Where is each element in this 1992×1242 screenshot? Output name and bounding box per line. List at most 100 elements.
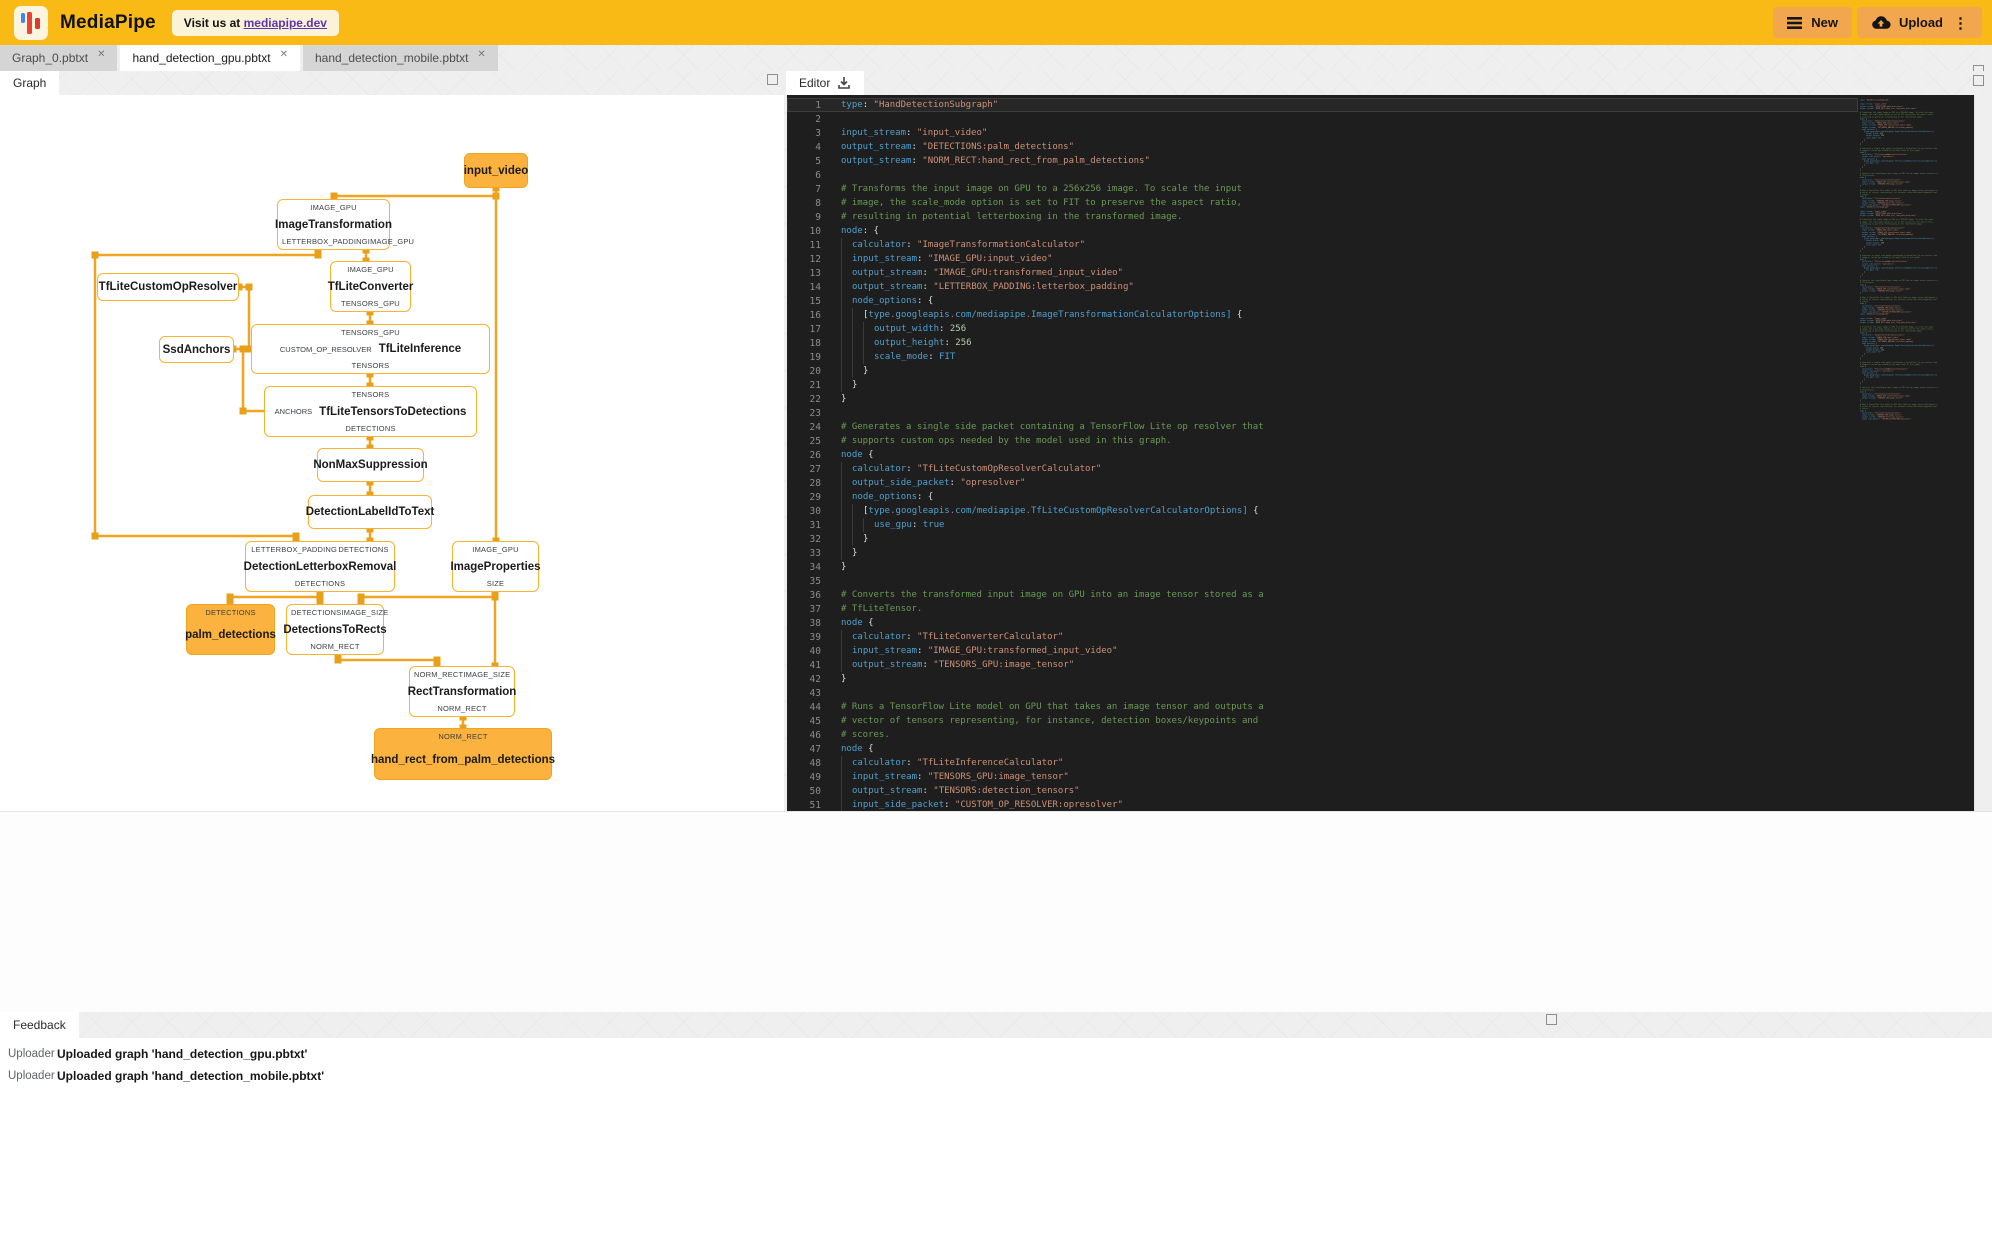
line-number: 21 bbox=[809, 379, 821, 391]
code-line: 45 # vector of tensors representing, for … bbox=[787, 714, 1858, 728]
line-number: 41 bbox=[809, 659, 821, 671]
expand-graph-panel-icon[interactable] bbox=[767, 74, 778, 85]
new-button[interactable]: New bbox=[1773, 7, 1852, 38]
download-icon[interactable] bbox=[837, 76, 851, 90]
graph-node-TfLiteInference[interactable]: TENSORS_GPU CUSTOM_OP_RESOLVER TfLiteInfer… bbox=[251, 324, 490, 374]
line-number: 37 bbox=[809, 603, 821, 615]
graph-node-DetectionsToRects[interactable]: DETECTIONS IMAGE_SIZE DetectionsToRects NOR… bbox=[283, 604, 388, 655]
port-label: NORM_RECT bbox=[310, 642, 360, 651]
graph-node-RectTransformation[interactable]: NORM_RECT IMAGE_SIZE RectTransformation NOR… bbox=[408, 666, 516, 717]
feedback-log: Uploader Uploaded graph 'hand_detection_g… bbox=[0, 1038, 1992, 1242]
line-number: 45 bbox=[809, 715, 821, 727]
edge-joint bbox=[316, 593, 324, 601]
node-title: SsdAnchors bbox=[162, 343, 231, 356]
code-line: 44 # Runs a TensorFlow Lite model on GPU … bbox=[787, 700, 1858, 714]
code-line: 3 input_stream: "input_video" bbox=[787, 126, 1858, 140]
line-number: 36 bbox=[809, 589, 821, 601]
graph-node-TfLiteCustomOpResolver[interactable]: TfLiteCustomOpResolver bbox=[97, 273, 239, 301]
line-number: 6 bbox=[815, 169, 821, 181]
edge-joint bbox=[91, 251, 99, 259]
line-number: 24 bbox=[809, 421, 821, 433]
app-title: MediaPipe bbox=[60, 11, 156, 33]
edge-joint bbox=[245, 283, 253, 291]
line-number: 48 bbox=[809, 757, 821, 769]
code-line: 27 calculator: "TfLiteCustomOpResolverCal… bbox=[787, 462, 1858, 476]
line-number: 3 bbox=[815, 127, 821, 139]
line-number: 4 bbox=[815, 141, 821, 153]
code-line: 6 bbox=[787, 168, 1858, 182]
close-icon[interactable]: ✕ bbox=[280, 50, 288, 60]
node-title: TfLiteConverter bbox=[327, 280, 414, 293]
edge-joint bbox=[491, 593, 499, 601]
line-number: 30 bbox=[809, 505, 821, 517]
code-line: 21} bbox=[787, 378, 1858, 392]
tab-label: hand_detection_gpu.pbtxt bbox=[132, 51, 271, 65]
tab-graph-0-pbtxt[interactable]: Graph_0.pbtxt ✕ bbox=[0, 45, 118, 71]
graph-node-DetectionLabelIdToText[interactable]: DetectionLabelIdToText bbox=[305, 495, 435, 529]
tab-hand-detection-gpu-pbtxt[interactable]: hand_detection_gpu.pbtxt ✕ bbox=[120, 45, 300, 71]
code-editor[interactable]: 1 type: "HandDetectionSubgraph" 2 3 input_st… bbox=[787, 95, 1992, 811]
graph-node-SsdAnchors[interactable]: SsdAnchors bbox=[159, 336, 234, 363]
edge-joint bbox=[314, 251, 322, 259]
code-line: 16[type. googleapis. com/mediapipe. ImageTr… bbox=[787, 308, 1858, 322]
node-title: ImageProperties bbox=[450, 560, 541, 573]
expand-editor-panel-icon[interactable] bbox=[1973, 75, 1984, 86]
port-label: TENSORS bbox=[351, 390, 390, 399]
node-title: DetectionLabelIdToText bbox=[305, 506, 435, 518]
line-number: 31 bbox=[809, 519, 821, 531]
port-label: SIZE bbox=[486, 579, 505, 588]
code-line: 29 node_options: { bbox=[787, 490, 1858, 504]
mediapipe-dev-link[interactable]: mediapipe.dev bbox=[244, 16, 327, 30]
editor-minimap[interactable]: type: "HandDetectionSubgraph" input_strea… bbox=[1860, 99, 1972, 807]
port-label: LETTERBOX_PADDING bbox=[282, 237, 368, 246]
port-label: IMAGE_SIZE bbox=[341, 608, 389, 617]
graph-node-hand_rect_from_palm_detections[interactable]: NORM_RECT hand_rect_from_palm_detections bbox=[371, 728, 555, 780]
code-line: 47 node { bbox=[787, 742, 1858, 756]
graph-node-NonMaxSuppression[interactable]: NonMaxSuppression bbox=[313, 448, 428, 482]
code-line: 15 node_options: { bbox=[787, 294, 1858, 308]
line-number: 8 bbox=[815, 197, 821, 209]
code-line: 11 calculator: "ImageTransformationCalcul… bbox=[787, 238, 1858, 252]
line-number: 44 bbox=[809, 701, 821, 713]
visit-pill: Visit us at mediapipe.dev bbox=[171, 9, 339, 36]
editor-panel-tab[interactable]: Editor bbox=[786, 71, 865, 95]
port-label: CUSTOM_OP_RESOLVER bbox=[279, 344, 372, 354]
code-line: 1 type: "HandDetectionSubgraph" bbox=[787, 98, 1858, 112]
upload-button[interactable]: Upload ⋮ bbox=[1856, 7, 1982, 38]
tab-hand-detection-mobile-pbtxt[interactable]: hand_detection_mobile.pbtxt ✕ bbox=[302, 45, 498, 71]
close-icon[interactable]: ✕ bbox=[97, 50, 105, 60]
line-number: 20 bbox=[809, 365, 821, 377]
graph-panel-tab[interactable]: Graph bbox=[0, 71, 60, 95]
code-line: 12 input_stream: "IMAGE_GPU:input_video" bbox=[787, 252, 1858, 266]
line-number: 46 bbox=[809, 729, 821, 741]
graph-node-DetectionLetterboxRemoval[interactable]: LETTERBOX_PADDING DETECTIONS DetectionLett… bbox=[244, 541, 396, 592]
feedback-panel-tab[interactable]: Feedback bbox=[0, 1012, 79, 1038]
graph-node-TfLiteTensorsToDetections[interactable]: TENSORS ANCHORS TfLiteTensorsToDetections D… bbox=[264, 386, 477, 437]
line-number: 7 bbox=[815, 183, 821, 195]
code-line: 40 input_stream: "IMAGE_GPU:transformed_i… bbox=[787, 644, 1858, 658]
new-button-label: New bbox=[1811, 15, 1838, 30]
code-line: 20} bbox=[787, 364, 1858, 378]
line-number: 12 bbox=[809, 253, 821, 265]
line-number: 1 bbox=[815, 99, 821, 111]
code-area[interactable]: 1 type: "HandDetectionSubgraph" 2 3 input_st… bbox=[787, 95, 1858, 811]
editor-scrollbar[interactable] bbox=[1974, 95, 1992, 811]
upload-more-menu-icon[interactable]: ⋮ bbox=[1953, 14, 1968, 32]
graph-node-palm_detections[interactable]: DETECTIONS palm_detections bbox=[185, 604, 276, 655]
code-line: 34} bbox=[787, 560, 1858, 574]
close-icon[interactable]: ✕ bbox=[477, 50, 485, 60]
feedback-tab-label: Feedback bbox=[13, 1018, 66, 1032]
graph-node-input_video[interactable]: input_video bbox=[464, 153, 528, 188]
feedback-source: Uploader bbox=[8, 1048, 55, 1060]
code-line: 38 node { bbox=[787, 616, 1858, 630]
expand-feedback-panel-icon[interactable] bbox=[1546, 1014, 1557, 1025]
graph-node-TfLiteConverter[interactable]: IMAGE_GPU TfLiteConverter TENSORS_GPU bbox=[327, 261, 414, 312]
graph-edge bbox=[228, 595, 320, 604]
graph-node-ImageTransformation[interactable]: IMAGE_GPU ImageTransformation LETTERBOX_PA… bbox=[275, 199, 414, 250]
port-label: IMAGE_GPU bbox=[310, 203, 357, 212]
graph-edge bbox=[359, 595, 495, 604]
graph-node-ImageProperties[interactable]: IMAGE_GPU ImageProperties SIZE bbox=[450, 541, 541, 592]
node-title: TfLiteInference bbox=[378, 343, 462, 355]
graph-canvas[interactable]: input_video IMAGE_GPU ImageTransformation L… bbox=[0, 95, 784, 811]
code-line: 4 output_stream: "DETECTIONS:palm_detecti… bbox=[787, 140, 1858, 154]
